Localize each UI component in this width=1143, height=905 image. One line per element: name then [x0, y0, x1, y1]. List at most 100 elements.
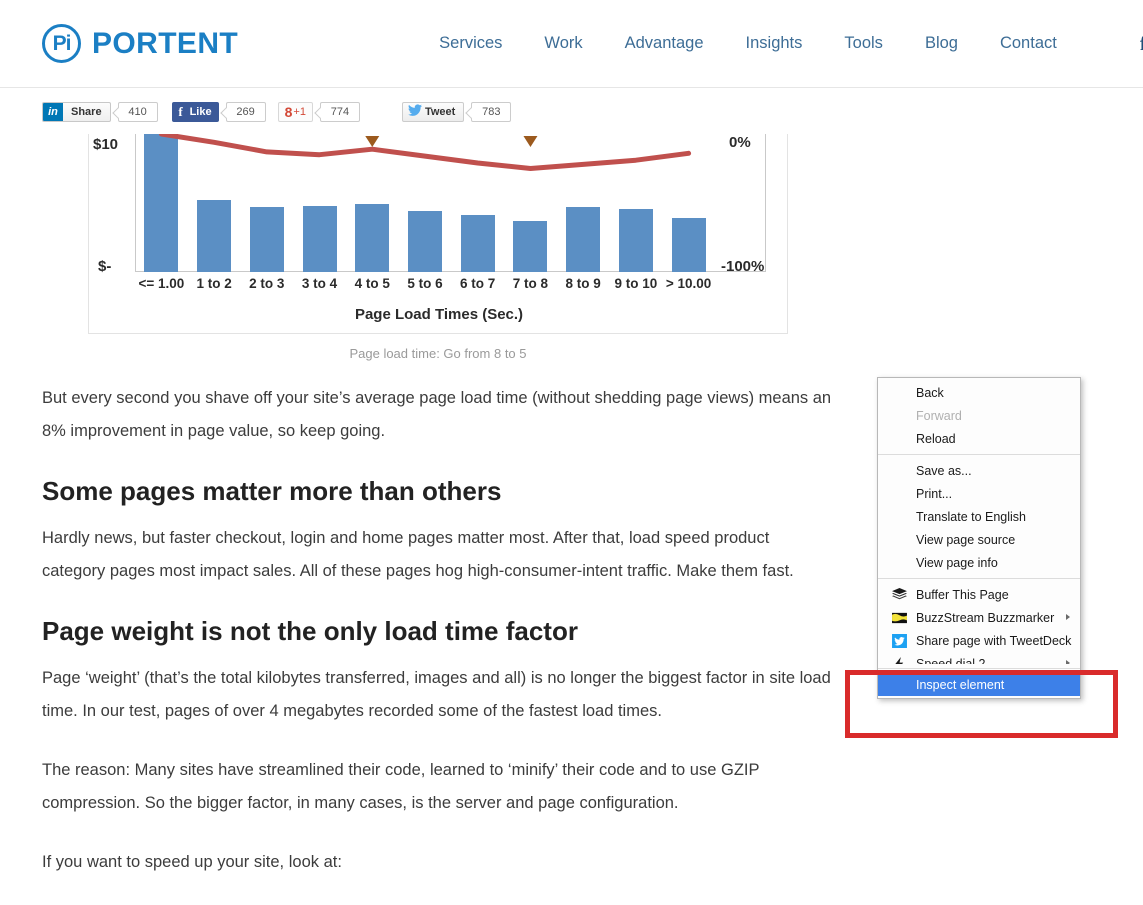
- article-paragraph: If you want to speed up your site, look …: [42, 846, 837, 879]
- context-menu-item[interactable]: Save as...: [878, 459, 1080, 482]
- context-menu-group: Save as... Print... Translate to English Vi…: [878, 459, 1080, 574]
- context-menu-item-label: Speed dial 2: [916, 657, 986, 665]
- chart-x-tick-label: <= 1.00: [135, 276, 187, 291]
- chart-marker-triangle-down-icon: [523, 136, 537, 147]
- context-menu-item[interactable]: Reload: [878, 427, 1080, 450]
- context-menu-separator: [878, 668, 1080, 669]
- nav-item-work[interactable]: Work: [544, 34, 582, 53]
- context-menu-item-label: Forward: [916, 409, 962, 423]
- linkedin-share-unit: in Share 410: [42, 102, 158, 122]
- twitter-tweet-label: Tweet: [425, 106, 455, 118]
- context-menu-item[interactable]: Share page with TweetDeck: [878, 629, 1080, 652]
- facebook-like-unit: f Like 269: [158, 102, 266, 122]
- linkedin-share-count: 410: [118, 102, 158, 122]
- twitter-tweet-count: 783: [471, 102, 511, 122]
- context-menu-item[interactable]: View page info: [878, 551, 1080, 574]
- context-menu-item[interactable]: Inspect element: [878, 673, 1080, 696]
- context-menu-item-label: Save as...: [916, 464, 972, 478]
- context-menu-item-label: Buffer This Page: [916, 588, 1009, 602]
- site-logo[interactable]: Pi PORTENT: [42, 24, 238, 63]
- context-menu-item-label: View page source: [916, 533, 1015, 547]
- context-menu-group: Back Forward Reload: [878, 381, 1080, 450]
- figure-caption: Page load time: Go from 8 to 5: [88, 346, 788, 361]
- googleplus-unit: 8 +1 774: [266, 102, 360, 122]
- article-paragraph: But every second you shave off your site…: [42, 382, 837, 448]
- facebook-like-button[interactable]: f Like: [172, 102, 219, 122]
- context-menu-item-label: Inspect element: [916, 678, 1004, 692]
- chart-x-tick-label: 3 to 4: [294, 276, 346, 291]
- chart-x-axis-title: Page Load Times (Sec.): [89, 306, 788, 323]
- chart-marker-triangle-down-icon: [365, 136, 379, 147]
- submenu-arrow-icon: [1066, 660, 1070, 664]
- context-menu-item-label: Back: [916, 386, 944, 400]
- chart-x-tick-label: 7 to 8: [504, 276, 556, 291]
- chart-line-series: [89, 134, 788, 272]
- nav-item-tools[interactable]: Tools: [844, 34, 883, 53]
- chart-x-tick-label: 5 to 6: [399, 276, 451, 291]
- chart-x-tick-label: 6 to 7: [452, 276, 504, 291]
- nav-item-blog[interactable]: Blog: [925, 34, 958, 53]
- twitter-icon: [408, 103, 422, 121]
- chart-x-tick-label: 2 to 3: [241, 276, 293, 291]
- submenu-arrow-icon: [1066, 614, 1070, 620]
- article-figure: $10 $- 0% -100% <= 1.001 to 22 to 33 to …: [88, 134, 788, 361]
- article-paragraph: Page ‘weight’ (that’s the total kilobyte…: [42, 662, 837, 728]
- context-menu-item[interactable]: Speed dial 2: [878, 652, 1080, 664]
- chart-x-tick-labels: <= 1.001 to 22 to 33 to 44 to 55 to 66 t…: [135, 276, 715, 291]
- context-menu-separator: [878, 454, 1080, 455]
- context-menu-item-label: View page info: [916, 556, 998, 570]
- site-header: Pi PORTENT Services Work Advantage Insig…: [0, 0, 1143, 88]
- googleplus-one-button[interactable]: 8 +1: [278, 102, 313, 122]
- portent-pi-icon: Pi: [42, 24, 81, 63]
- nav-item-advantage[interactable]: Advantage: [625, 34, 704, 53]
- context-menu-item[interactable]: Back: [878, 381, 1080, 404]
- context-menu-item-label: Translate to English: [916, 510, 1026, 524]
- buffer-icon: [891, 587, 907, 603]
- chart-x-tick-label: 8 to 9: [557, 276, 609, 291]
- twitter-tweet-button[interactable]: Tweet: [402, 102, 464, 122]
- linkedin-icon: in: [43, 102, 63, 122]
- logo-wordmark: PORTENT: [92, 27, 238, 61]
- context-menu-item-label: BuzzStream Buzzmarker: [916, 611, 1054, 625]
- context-menu-separator: [878, 578, 1080, 579]
- nav-item-insights[interactable]: Insights: [746, 34, 803, 53]
- context-menu-item[interactable]: View page source: [878, 528, 1080, 551]
- article-paragraph: The reason: Many sites have streamlined …: [42, 754, 837, 820]
- nav-item-contact[interactable]: Contact: [1000, 34, 1057, 53]
- context-menu-item-label: Reload: [916, 432, 956, 446]
- context-menu-item[interactable]: Translate to English: [878, 505, 1080, 528]
- facebook-icon: f: [172, 104, 190, 120]
- chart-x-tick-label: 9 to 10: [610, 276, 662, 291]
- linkedin-share-button[interactable]: in Share: [42, 102, 111, 122]
- context-menu-item-label: Share page with TweetDeck: [916, 634, 1071, 648]
- article-paragraph: Hardly news, but faster checkout, login …: [42, 522, 837, 588]
- facebook-like-count: 269: [226, 102, 266, 122]
- chart-trend-line: [161, 134, 688, 169]
- page-load-value-chart: $10 $- 0% -100% <= 1.001 to 22 to 33 to …: [88, 134, 788, 334]
- article-heading: Some pages matter more than others: [42, 474, 837, 508]
- context-menu-group: Inspect element: [878, 673, 1080, 696]
- twitter-unit: Tweet 783: [402, 102, 511, 122]
- social-share-bar: in Share 410 f Like 269 8 +1 774 Tweet 7…: [0, 89, 1143, 134]
- googleplus-count: 774: [320, 102, 360, 122]
- primary-navigation: Services Work Advantage Insights Tools B…: [418, 34, 1078, 53]
- article-body: But every second you shave off your site…: [42, 382, 837, 905]
- context-menu-item[interactable]: Print...: [878, 482, 1080, 505]
- speeddial-icon: [891, 656, 907, 664]
- facebook-like-label: Like: [190, 106, 212, 118]
- googleplus-label: +1: [293, 106, 306, 118]
- tweetdeck-icon: [891, 633, 907, 649]
- context-menu-item[interactable]: BuzzStream Buzzmarker: [878, 606, 1080, 629]
- chart-x-tick-label: 1 to 2: [188, 276, 240, 291]
- context-menu-item[interactable]: Buffer This Page: [878, 583, 1080, 606]
- linkedin-share-label: Share: [63, 106, 110, 118]
- article-heading: Page weight is not the only load time fa…: [42, 614, 837, 648]
- googleplus-icon: 8: [285, 104, 293, 120]
- nav-item-services[interactable]: Services: [439, 34, 502, 53]
- context-menu-group: Buffer This Page BuzzStream Buzzmarker Sha…: [878, 583, 1080, 664]
- chart-x-tick-label: 4 to 5: [346, 276, 398, 291]
- context-menu-item: Forward: [878, 404, 1080, 427]
- buzzstream-icon: [891, 610, 907, 626]
- chart-x-tick-label: > 10.00: [663, 276, 715, 291]
- browser-context-menu[interactable]: Back Forward Reload Save as... Print... Trans…: [877, 377, 1081, 699]
